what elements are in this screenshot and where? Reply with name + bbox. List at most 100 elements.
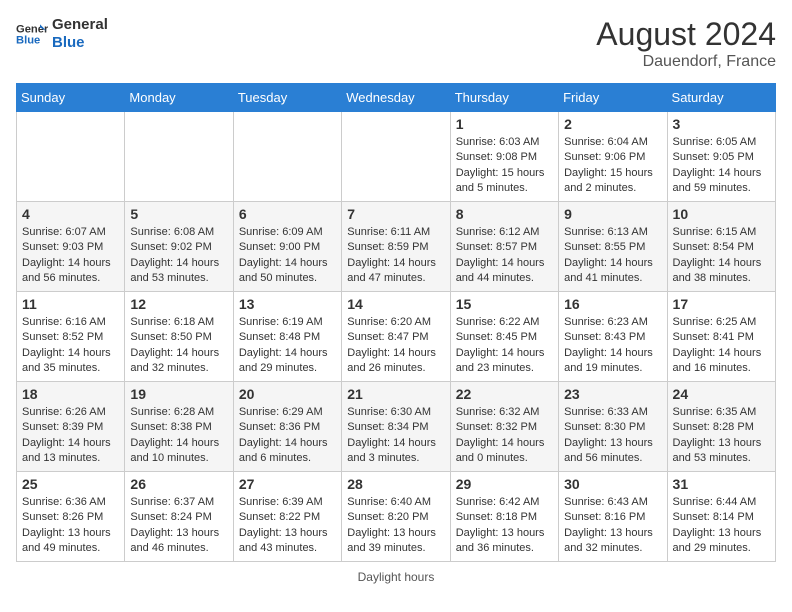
day-info: Sunrise: 6:22 AM Sunset: 8:45 PM Dayligh… xyxy=(456,315,553,377)
day-cell: 5 Sunrise: 6:08 AM Sunset: 9:02 PM Daylig… xyxy=(125,202,233,292)
day-number: 23 xyxy=(564,386,661,402)
day-cell: 29Sunrise: 6:42 AM Sunset: 8:18 PM Dayli… xyxy=(450,472,558,562)
day-cell: 30 Sunrise: 6:43 AM Sunset: 8:16 PM Dayli… xyxy=(559,472,667,562)
day-info: Sunrise: 6:23 AM Sunset: 8:43 PM Dayligh… xyxy=(564,315,661,377)
day-info: Sunrise: 6:18 AM Sunset: 8:50 PM Dayligh… xyxy=(130,315,227,377)
day-number: 14 xyxy=(347,296,444,312)
day-info: Sunrise: 6:28 AM Sunset: 8:38 PM Dayligh… xyxy=(130,405,227,467)
day-info: Sunrise: 6:36 AM Sunset: 8:26 PM Dayligh… xyxy=(22,495,119,557)
day-header-friday: Friday xyxy=(559,84,667,112)
day-info: Sunrise: 6:37 AM Sunset: 8:24 PM Dayligh… xyxy=(130,495,227,557)
day-number: 2 xyxy=(564,116,661,132)
day-header-monday: Monday xyxy=(125,84,233,112)
day-number: 16 xyxy=(564,296,661,312)
day-info: Sunrise: 6:19 AM Sunset: 8:48 PM Dayligh… xyxy=(239,315,336,377)
day-number: 27 xyxy=(239,476,336,492)
day-cell: 19 Sunrise: 6:28 AM Sunset: 8:38 PM Dayli… xyxy=(125,382,233,472)
day-cell: 26 Sunrise: 6:37 AM Sunset: 8:24 PM Dayli… xyxy=(125,472,233,562)
day-info: Sunrise: 6:25 AM Sunset: 8:41 PM Dayligh… xyxy=(673,315,770,377)
week-row-4: 18Sunrise: 6:26 AM Sunset: 8:39 PM Dayli… xyxy=(17,382,776,472)
day-number: 8 xyxy=(456,206,553,222)
month-year: August 2024 xyxy=(596,16,776,53)
day-number: 11 xyxy=(22,296,119,312)
week-row-5: 25 Sunrise: 6:36 AM Sunset: 8:26 PM Dayli… xyxy=(17,472,776,562)
day-cell xyxy=(125,112,233,202)
svg-text:Blue: Blue xyxy=(16,35,40,47)
day-info: Sunrise: 6:13 AM Sunset: 8:55 PM Dayligh… xyxy=(564,225,661,287)
day-cell: 31 Sunrise: 6:44 AM Sunset: 8:14 PM Dayli… xyxy=(667,472,775,562)
logo-general: General xyxy=(52,16,108,34)
day-info: Sunrise: 6:05 AM Sunset: 9:05 PM Dayligh… xyxy=(673,135,770,197)
logo: General Blue General Blue xyxy=(16,16,108,52)
day-info: Sunrise: 6:29 AM Sunset: 8:36 PM Dayligh… xyxy=(239,405,336,467)
calendar-table: SundayMondayTuesdayWednesdayThursdayFrid… xyxy=(16,83,776,562)
title-area: August 2024 Dauendorf, France xyxy=(596,16,776,71)
day-cell: 18Sunrise: 6:26 AM Sunset: 8:39 PM Dayli… xyxy=(17,382,125,472)
day-info: Sunrise: 6:20 AM Sunset: 8:47 PM Dayligh… xyxy=(347,315,444,377)
day-number: 30 xyxy=(564,476,661,492)
day-info: Sunrise: 6:15 AM Sunset: 8:54 PM Dayligh… xyxy=(673,225,770,287)
day-number: 6 xyxy=(239,206,336,222)
day-header-row: SundayMondayTuesdayWednesdayThursdayFrid… xyxy=(17,84,776,112)
day-cell: 15 Sunrise: 6:22 AM Sunset: 8:45 PM Dayli… xyxy=(450,292,558,382)
location: Dauendorf, France xyxy=(596,53,776,71)
day-info: Sunrise: 6:30 AM Sunset: 8:34 PM Dayligh… xyxy=(347,405,444,467)
day-number: 19 xyxy=(130,386,227,402)
day-number: 28 xyxy=(347,476,444,492)
day-cell xyxy=(233,112,341,202)
day-cell: 8 Sunrise: 6:12 AM Sunset: 8:57 PM Daylig… xyxy=(450,202,558,292)
day-info: Sunrise: 6:40 AM Sunset: 8:20 PM Dayligh… xyxy=(347,495,444,557)
day-cell: 21Sunrise: 6:30 AM Sunset: 8:34 PM Dayli… xyxy=(342,382,450,472)
day-header-wednesday: Wednesday xyxy=(342,84,450,112)
day-info: Sunrise: 6:07 AM Sunset: 9:03 PM Dayligh… xyxy=(22,225,119,287)
day-cell: 23 Sunrise: 6:33 AM Sunset: 8:30 PM Dayli… xyxy=(559,382,667,472)
day-header-saturday: Saturday xyxy=(667,84,775,112)
day-info: Sunrise: 6:11 AM Sunset: 8:59 PM Dayligh… xyxy=(347,225,444,287)
day-info: Sunrise: 6:03 AM Sunset: 9:08 PM Dayligh… xyxy=(456,135,553,197)
day-cell: 25 Sunrise: 6:36 AM Sunset: 8:26 PM Dayli… xyxy=(17,472,125,562)
day-info: Sunrise: 6:43 AM Sunset: 8:16 PM Dayligh… xyxy=(564,495,661,557)
day-cell: 3Sunrise: 6:05 AM Sunset: 9:05 PM Daylig… xyxy=(667,112,775,202)
day-cell: 22Sunrise: 6:32 AM Sunset: 8:32 PM Dayli… xyxy=(450,382,558,472)
day-number: 5 xyxy=(130,206,227,222)
day-cell: 9Sunrise: 6:13 AM Sunset: 8:55 PM Daylig… xyxy=(559,202,667,292)
day-info: Sunrise: 6:04 AM Sunset: 9:06 PM Dayligh… xyxy=(564,135,661,197)
day-number: 24 xyxy=(673,386,770,402)
day-cell: 28 Sunrise: 6:40 AM Sunset: 8:20 PM Dayli… xyxy=(342,472,450,562)
day-info: Sunrise: 6:35 AM Sunset: 8:28 PM Dayligh… xyxy=(673,405,770,467)
day-header-thursday: Thursday xyxy=(450,84,558,112)
day-info: Sunrise: 6:08 AM Sunset: 9:02 PM Dayligh… xyxy=(130,225,227,287)
day-cell: 27Sunrise: 6:39 AM Sunset: 8:22 PM Dayli… xyxy=(233,472,341,562)
logo-blue: Blue xyxy=(52,34,108,52)
logo-icon: General Blue xyxy=(16,18,48,50)
day-cell: 12 Sunrise: 6:18 AM Sunset: 8:50 PM Dayli… xyxy=(125,292,233,382)
day-header-tuesday: Tuesday xyxy=(233,84,341,112)
header: General Blue General Blue August 2024 Da… xyxy=(16,16,776,71)
day-number: 25 xyxy=(22,476,119,492)
day-cell: 14 Sunrise: 6:20 AM Sunset: 8:47 PM Dayli… xyxy=(342,292,450,382)
day-cell: 6Sunrise: 6:09 AM Sunset: 9:00 PM Daylig… xyxy=(233,202,341,292)
day-info: Sunrise: 6:44 AM Sunset: 8:14 PM Dayligh… xyxy=(673,495,770,557)
day-info: Sunrise: 6:33 AM Sunset: 8:30 PM Dayligh… xyxy=(564,405,661,467)
day-number: 29 xyxy=(456,476,553,492)
day-number: 15 xyxy=(456,296,553,312)
day-number: 1 xyxy=(456,116,553,132)
day-cell: 7Sunrise: 6:11 AM Sunset: 8:59 PM Daylig… xyxy=(342,202,450,292)
week-row-2: 4 Sunrise: 6:07 AM Sunset: 9:03 PM Daylig… xyxy=(17,202,776,292)
day-header-sunday: Sunday xyxy=(17,84,125,112)
day-number: 20 xyxy=(239,386,336,402)
day-cell: 20 Sunrise: 6:29 AM Sunset: 8:36 PM Dayli… xyxy=(233,382,341,472)
day-number: 17 xyxy=(673,296,770,312)
day-cell xyxy=(17,112,125,202)
day-number: 13 xyxy=(239,296,336,312)
week-row-3: 11Sunrise: 6:16 AM Sunset: 8:52 PM Dayli… xyxy=(17,292,776,382)
day-info: Sunrise: 6:26 AM Sunset: 8:39 PM Dayligh… xyxy=(22,405,119,467)
day-number: 26 xyxy=(130,476,227,492)
day-number: 4 xyxy=(22,206,119,222)
day-info: Sunrise: 6:12 AM Sunset: 8:57 PM Dayligh… xyxy=(456,225,553,287)
day-number: 12 xyxy=(130,296,227,312)
day-cell: 4 Sunrise: 6:07 AM Sunset: 9:03 PM Daylig… xyxy=(17,202,125,292)
day-number: 31 xyxy=(673,476,770,492)
day-info: Sunrise: 6:32 AM Sunset: 8:32 PM Dayligh… xyxy=(456,405,553,467)
footer-note: Daylight hours xyxy=(16,570,776,584)
